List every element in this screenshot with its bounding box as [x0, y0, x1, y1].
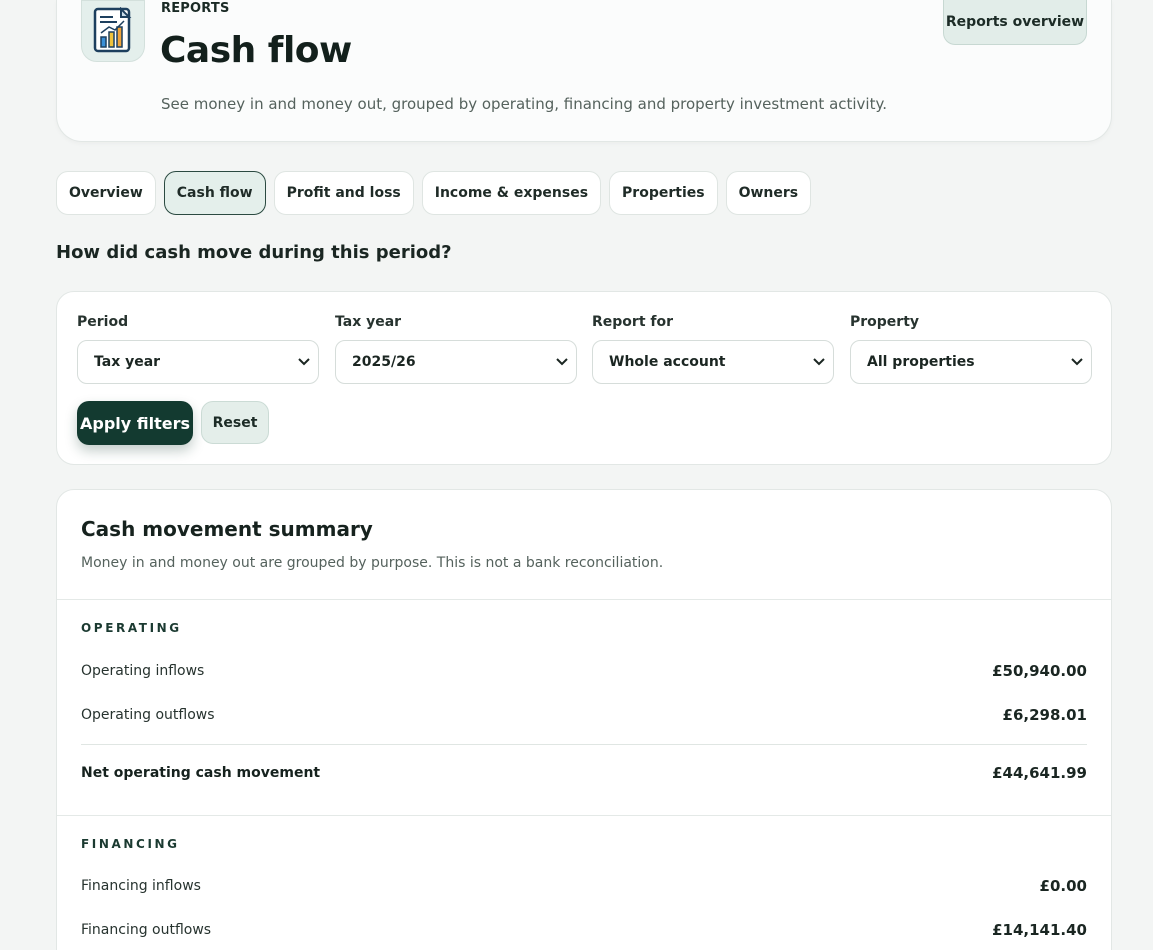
- apply-filters-button[interactable]: Apply filters: [77, 401, 193, 445]
- page: REPORTS Cash flow See money in and money…: [56, 0, 1112, 950]
- report-for-field: Report for Whole account: [592, 314, 834, 384]
- cash-movement-summary-card: Cash movement summary Money in and money…: [56, 489, 1112, 950]
- tab-overview[interactable]: Overview: [56, 171, 156, 215]
- summary-subtitle: Money in and money out are grouped by pu…: [81, 555, 664, 571]
- filters-card: Period Tax year Tax year 2025/26 Report …: [56, 291, 1112, 465]
- property-label: Property: [850, 314, 920, 330]
- operating-outflows-row: Operating outflows £6,298.01: [81, 704, 1087, 726]
- row-label: Financing outflows: [81, 922, 212, 938]
- property-field: Property All properties: [850, 314, 1092, 384]
- tax-year-field: Tax year 2025/26: [335, 314, 577, 384]
- chevron-down-icon: [556, 356, 568, 368]
- report-for-value: Whole account: [609, 354, 726, 370]
- tab-income-expenses[interactable]: Income & expenses: [421, 171, 602, 215]
- operating-inflows-row: Operating inflows £50,940.00: [81, 660, 1087, 682]
- financing-heading: FINANCING: [81, 837, 180, 851]
- chevron-down-icon: [813, 356, 825, 368]
- report-for-label: Report for: [592, 314, 673, 330]
- report-tabs: Overview Cash flow Profit and loss Incom…: [56, 171, 812, 215]
- chevron-down-icon: [298, 356, 310, 368]
- page-description: See money in and money out, grouped by o…: [161, 95, 887, 113]
- reset-button[interactable]: Reset: [201, 401, 269, 444]
- period-field: Period Tax year: [77, 314, 319, 384]
- report-header-card: REPORTS Cash flow See money in and money…: [56, 0, 1112, 142]
- row-value: £0.00: [1039, 877, 1087, 895]
- tab-owners[interactable]: Owners: [725, 171, 812, 215]
- row-label: Net operating cash movement: [81, 765, 321, 781]
- row-value: £6,298.01: [1002, 706, 1087, 724]
- financing-outflows-row: Financing outflows £14,141.40: [81, 919, 1087, 941]
- divider: [81, 744, 1087, 745]
- net-operating-row: Net operating cash movement £44,641.99: [81, 762, 1087, 784]
- chevron-down-icon: [1071, 356, 1083, 368]
- row-value: £50,940.00: [992, 662, 1087, 680]
- page-title: Cash flow: [160, 30, 352, 71]
- tax-year-label: Tax year: [335, 314, 402, 330]
- row-label: Operating outflows: [81, 707, 215, 723]
- operating-heading: OPERATING: [81, 621, 182, 635]
- financing-inflows-row: Financing inflows £0.00: [81, 875, 1087, 897]
- row-value: £14,141.40: [992, 921, 1087, 939]
- property-value: All properties: [867, 354, 975, 370]
- page-eyebrow: REPORTS: [161, 1, 230, 16]
- report-chart-icon: [81, 0, 145, 62]
- tab-cash-flow[interactable]: Cash flow: [163, 171, 266, 215]
- divider: [57, 599, 1111, 600]
- property-select[interactable]: All properties: [850, 340, 1092, 384]
- summary-title: Cash movement summary: [81, 517, 373, 541]
- section-question: How did cash move during this period?: [56, 242, 452, 263]
- period-value: Tax year: [94, 354, 161, 370]
- reports-overview-button[interactable]: Reports overview: [943, 0, 1087, 45]
- row-label: Operating inflows: [81, 663, 205, 679]
- tax-year-value: 2025/26: [352, 354, 416, 370]
- period-select[interactable]: Tax year: [77, 340, 319, 384]
- tab-profit-and-loss[interactable]: Profit and loss: [273, 171, 414, 215]
- divider: [57, 815, 1111, 816]
- report-for-select[interactable]: Whole account: [592, 340, 834, 384]
- row-value: £44,641.99: [992, 764, 1087, 782]
- period-label: Period: [77, 314, 129, 330]
- row-label: Financing inflows: [81, 878, 201, 894]
- tax-year-select[interactable]: 2025/26: [335, 340, 577, 384]
- tab-properties[interactable]: Properties: [609, 171, 718, 215]
